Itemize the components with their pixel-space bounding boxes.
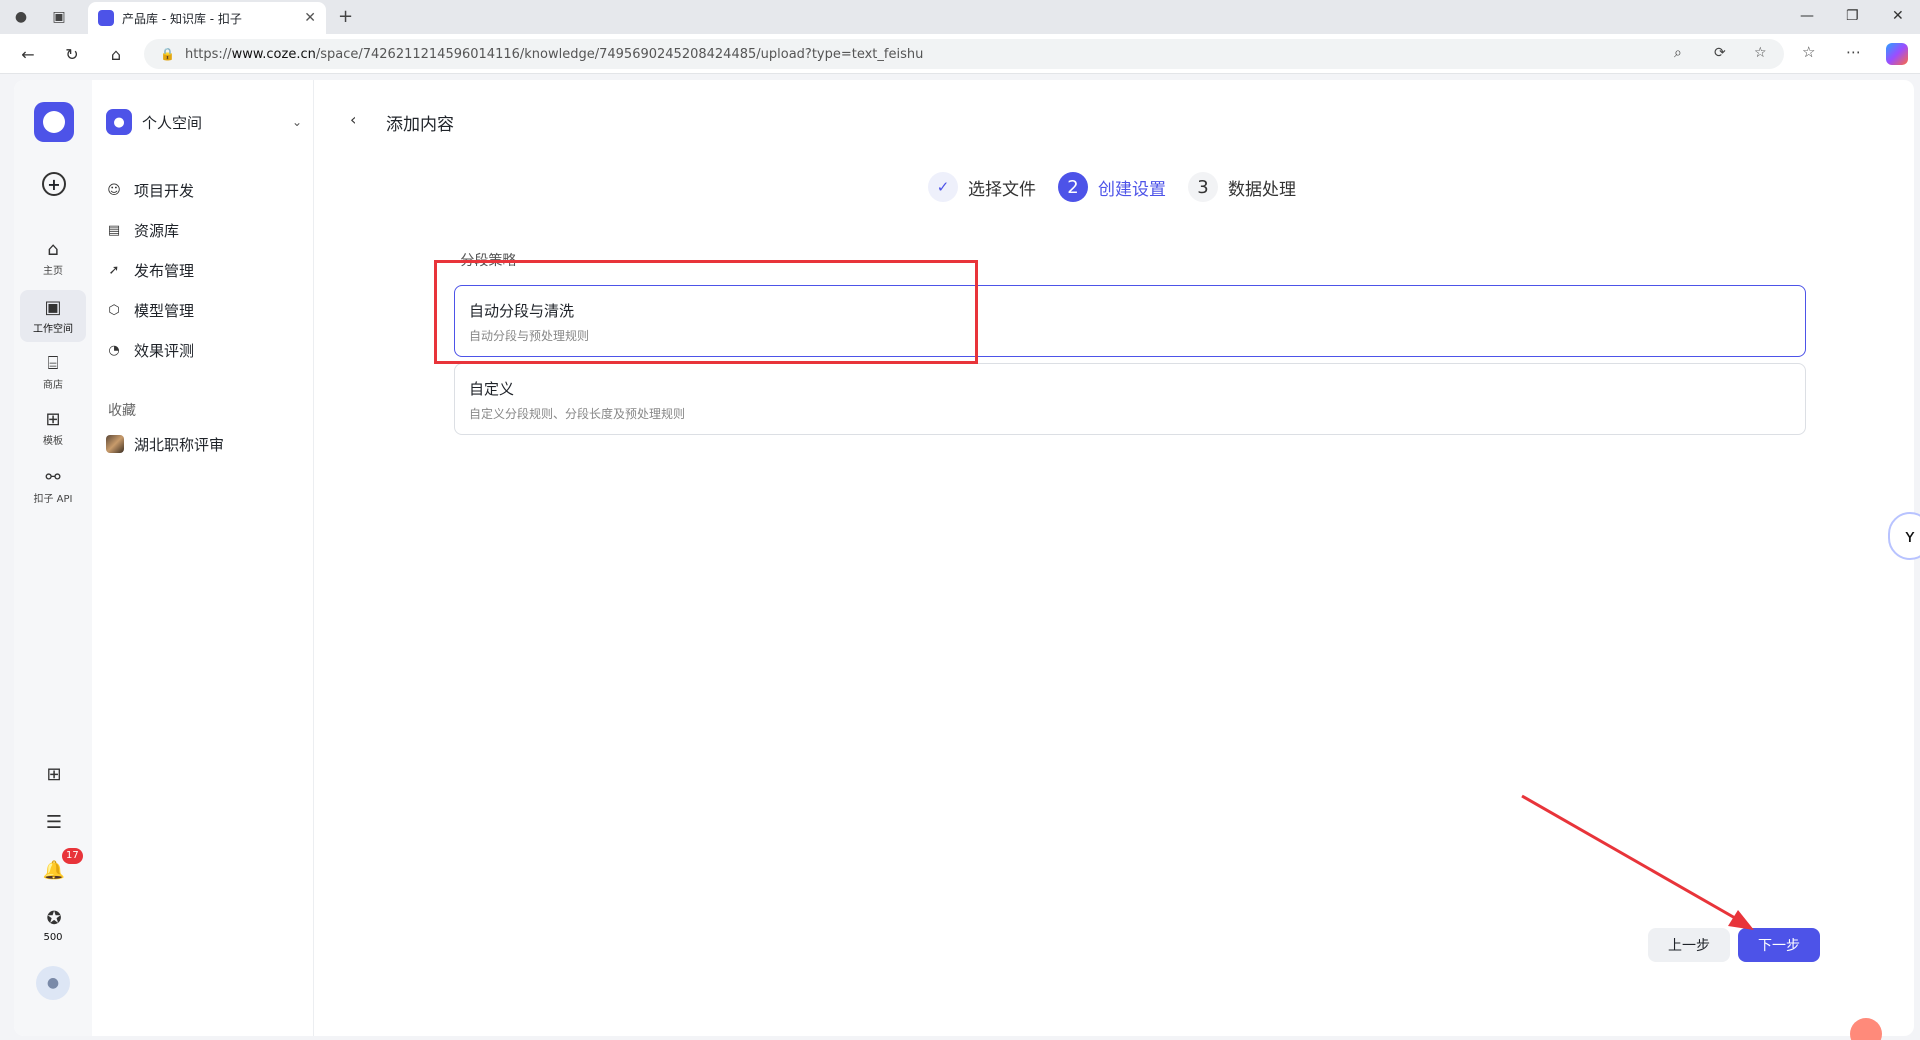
annotation-arrow [1521,794,1754,930]
floating-assistant-icon[interactable]: ʏ [1888,512,1920,560]
